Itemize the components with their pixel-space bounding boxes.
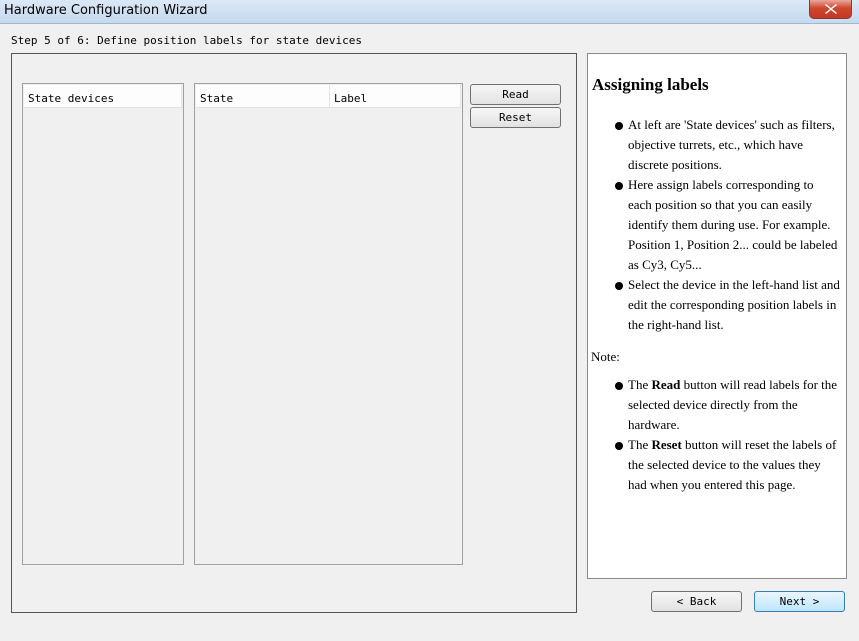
note-prefix: The — [628, 437, 652, 452]
help-bullet-text: Here assign labels corresponding to each… — [628, 177, 838, 272]
help-panel: Assigning labels At left are 'State devi… — [587, 53, 847, 579]
bullet-icon — [615, 122, 623, 130]
column-header-label[interactable]: Label — [330, 85, 461, 108]
next-button[interactable]: Next > — [754, 591, 845, 612]
note-bullet-list: The Read button will read labels for the… — [615, 375, 840, 495]
help-bullet-list: At left are 'State devices' such as filt… — [615, 115, 840, 335]
main-panel: State devices State Label Read Reset — [11, 53, 577, 613]
column-header-state[interactable]: State — [196, 85, 330, 108]
close-icon — [824, 4, 837, 14]
help-bullet: Here assign labels corresponding to each… — [615, 175, 840, 275]
note-bullet: The Reset button will reset the labels o… — [615, 435, 840, 495]
step-label: Step 5 of 6: Define position labels for … — [11, 34, 362, 47]
window-title: Hardware Configuration Wizard — [4, 3, 208, 18]
note-prefix: The — [628, 377, 652, 392]
bullet-icon — [615, 442, 623, 450]
close-button[interactable] — [809, 0, 852, 19]
position-labels-header: State Label — [196, 85, 461, 108]
bullet-icon — [615, 182, 623, 190]
state-devices-list[interactable]: State devices — [22, 83, 184, 565]
title-bar: Hardware Configuration Wizard — [0, 0, 859, 24]
position-labels-table[interactable]: State Label — [194, 83, 463, 565]
help-bullet: Select the device in the left-hand list … — [615, 275, 840, 335]
help-bullet-text: Select the device in the left-hand list … — [628, 277, 840, 332]
column-header-state-devices[interactable]: State devices — [24, 85, 182, 108]
back-button[interactable]: < Back — [651, 591, 742, 612]
note-label: Note: — [591, 349, 620, 364]
reset-button[interactable]: Reset — [470, 107, 561, 128]
read-button[interactable]: Read — [470, 84, 561, 105]
state-devices-header: State devices — [24, 85, 182, 108]
note-bold-term: Reset — [651, 437, 682, 452]
bullet-icon — [615, 282, 623, 290]
note-bold-term: Read — [651, 377, 681, 392]
help-bullet-text: At left are 'State devices' such as filt… — [628, 117, 835, 172]
help-bullet: At left are 'State devices' such as filt… — [615, 115, 840, 175]
help-title: Assigning labels — [592, 75, 709, 94]
note-bullet: The Read button will read labels for the… — [615, 375, 840, 435]
bullet-icon — [615, 382, 623, 390]
